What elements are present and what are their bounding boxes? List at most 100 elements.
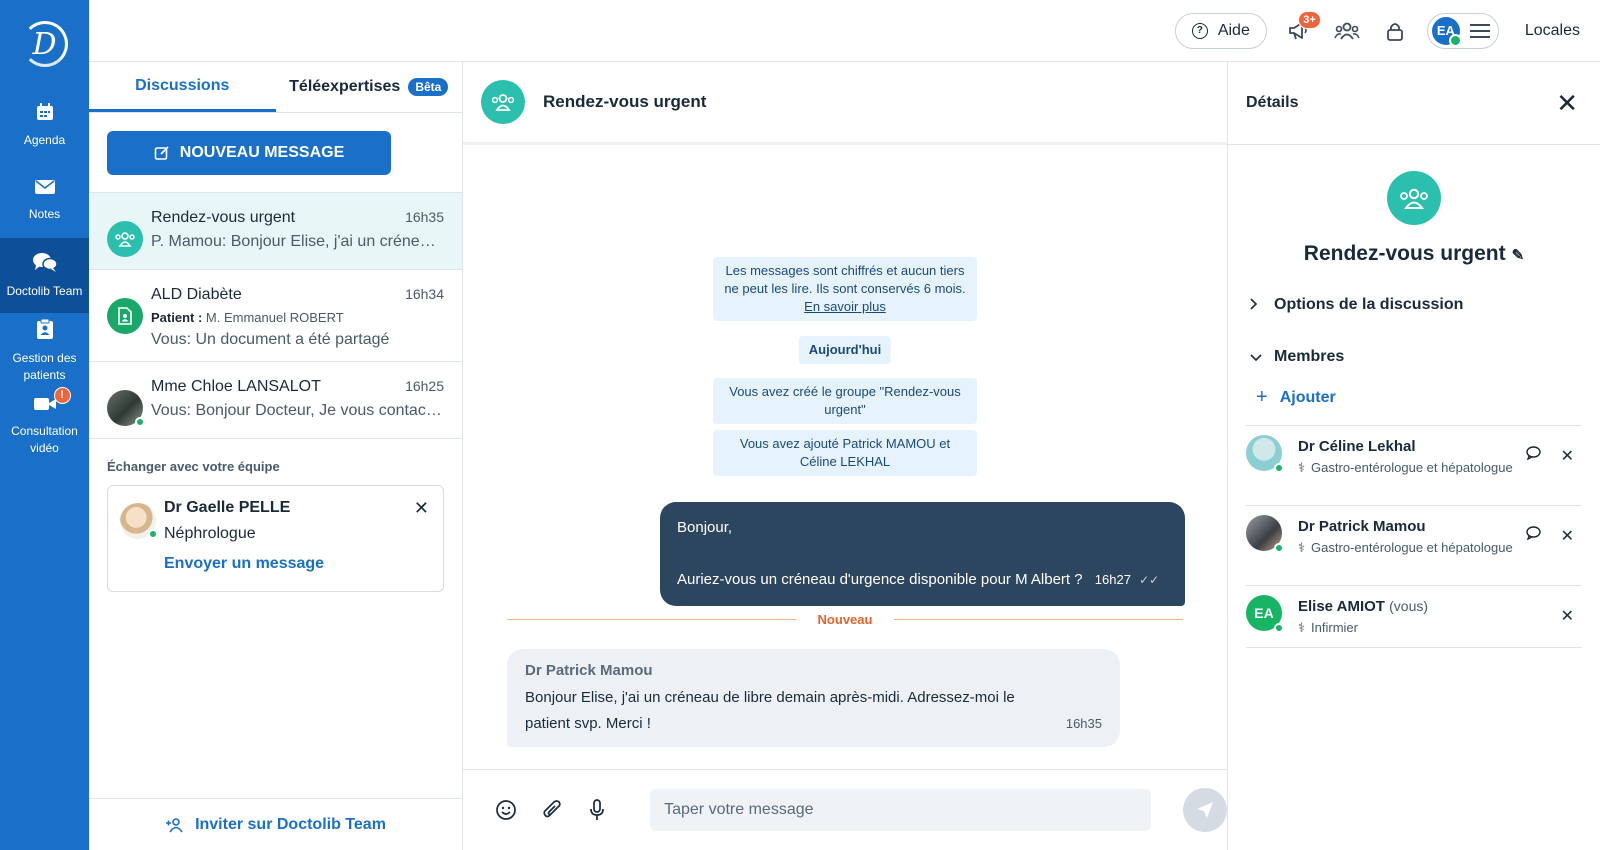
add-member-button[interactable]: + Ajouter	[1228, 386, 1600, 409]
nav-agenda[interactable]: Agenda	[0, 88, 89, 163]
message-line: Bonjour,	[677, 519, 733, 536]
avatar	[120, 503, 158, 539]
discussion-options-toggle[interactable]: Options de la discussion	[1228, 296, 1600, 314]
conversation-preview: P. Mamou: Bonjour Elise, j'ai un créneau…	[151, 233, 444, 250]
help-label: Aide	[1217, 21, 1250, 39]
conversation-name: Rendez-vous urgent	[151, 209, 296, 226]
microphone-icon[interactable]	[582, 795, 612, 825]
invite-button[interactable]: Inviter sur Doctolib Team	[89, 798, 462, 850]
conversation-item[interactable]: ALD Diabète 16h34 Patient : M. Emmanuel …	[89, 270, 462, 362]
member-role: Gastro-entérologue et hépatologue	[1311, 460, 1513, 475]
chat-title: Rendez-vous urgent	[543, 92, 707, 111]
discussions-tabs: Discussions Téléexpertises Bêta	[89, 62, 462, 113]
options-label: Options de la discussion	[1274, 296, 1464, 313]
nav-doctolib-team[interactable]: Doctolib Team	[0, 238, 89, 313]
new-message-button[interactable]: NOUVEAU MESSAGE	[107, 130, 391, 175]
colleague-specialty: Néphrologue	[164, 525, 256, 542]
announcements-badge: 3+	[1298, 10, 1321, 29]
team-section: Échanger avec votre équipe Dr Gaelle PEL…	[89, 439, 462, 592]
conversation-name: ALD Diabète	[151, 286, 242, 303]
remove-member-icon[interactable]: ✕	[1561, 446, 1574, 466]
video-icon: !	[33, 386, 71, 417]
logo-mark: D	[21, 21, 68, 67]
member-name: Elise AMIOT	[1298, 598, 1385, 615]
you-label: (vous)	[1389, 598, 1429, 614]
new-messages-separator: Nouveau	[507, 612, 1183, 627]
details-panel: Détails ✕ Rendez-vous urgent ✎ Options de…	[1228, 62, 1600, 850]
main-sidebar: D Agenda Notes Doctolib Team Gestion des…	[0, 0, 89, 850]
team-section-title: Échanger avec votre équipe	[107, 459, 280, 474]
system-message: Vous avez créé le groupe "Rendez-vous ur…	[713, 378, 977, 424]
locales-link[interactable]: Locales	[1525, 22, 1580, 40]
online-indicator	[1274, 623, 1284, 633]
nav-label: Notes	[28, 207, 61, 221]
group-icon	[107, 221, 143, 257]
conversation-time: 16h34	[405, 286, 444, 302]
send-icon[interactable]	[1183, 788, 1227, 832]
lock-icon[interactable]	[1379, 15, 1411, 47]
date-separator: Aujourd'hui	[798, 336, 892, 364]
close-icon[interactable]: ✕	[414, 498, 429, 519]
nav-label: Consultation vidéo	[11, 423, 78, 455]
group-icon	[1387, 171, 1441, 225]
conversation-item[interactable]: Rendez-vous urgent 16h35 P. Mamou: Bonjo…	[89, 193, 462, 270]
tab-teleexpertises[interactable]: Téléexpertises Bêta	[276, 62, 463, 112]
conversation-time: 16h35	[405, 209, 444, 225]
group-name-text: Rendez-vous urgent	[1303, 242, 1506, 265]
send-message-link[interactable]: Envoyer un message	[164, 555, 429, 573]
learn-more-link[interactable]: En savoir plus	[804, 299, 886, 314]
stethoscope-icon: ⚕	[1298, 620, 1306, 635]
group-name: Rendez-vous urgent ✎	[1228, 242, 1600, 266]
top-bar: ? Aide 3+ EA Locales	[89, 0, 1600, 62]
avatar: EA	[1431, 16, 1462, 47]
chevron-down-icon	[1250, 349, 1262, 365]
edit-icon	[154, 145, 169, 160]
question-icon: ?	[1191, 22, 1208, 39]
online-indicator	[135, 417, 145, 427]
member-row[interactable]: Dr Céline Lekhal ⚕ Gastro-entérologue et …	[1246, 426, 1582, 506]
member-row[interactable]: Dr Patrick Mamou ⚕ Gastro-entérologue et …	[1246, 506, 1582, 586]
plus-icon: +	[1256, 386, 1268, 408]
system-message: Vous avez ajouté Patrick MAMOU et Céline…	[713, 430, 977, 476]
remove-member-icon[interactable]: ✕	[1561, 526, 1574, 546]
message-input[interactable]	[650, 789, 1152, 831]
beta-badge: Bêta	[408, 78, 449, 96]
remove-member-icon[interactable]: ✕	[1561, 606, 1574, 626]
message-time: 16h27	[1094, 572, 1131, 587]
megaphone-icon[interactable]: 3+	[1283, 10, 1321, 47]
chat-bubbles-icon	[32, 251, 58, 277]
chevron-right-icon	[1250, 297, 1260, 313]
tab-label: Discussions	[135, 76, 230, 94]
account-menu[interactable]: EA	[1426, 12, 1499, 49]
message-icon[interactable]	[1525, 446, 1541, 466]
nav-notes[interactable]: Notes	[0, 163, 89, 238]
help-button[interactable]: ? Aide	[1174, 12, 1267, 49]
member-row[interactable]: EA Elise AMIOT (vous) ⚕ Infirmier ✕	[1246, 586, 1582, 648]
read-receipt-icon: ✓✓	[1139, 573, 1160, 587]
emoji-icon[interactable]	[491, 795, 521, 825]
clipboard-icon	[36, 318, 54, 344]
pencil-icon[interactable]: ✎	[1512, 247, 1525, 264]
members-toggle[interactable]: Membres	[1228, 348, 1600, 366]
avatar	[107, 390, 145, 427]
chat-panel: Rendez-vous urgent Les messages sont chi…	[463, 62, 1228, 850]
doctolib-logo[interactable]: D	[0, 0, 89, 88]
new-message-area: NOUVEAU MESSAGE	[89, 113, 462, 193]
tab-discussions[interactable]: Discussions	[89, 62, 276, 112]
message-icon[interactable]	[1525, 526, 1541, 546]
menu-icon	[1469, 23, 1490, 38]
patient-name: M. Emmanuel ROBERT	[205, 310, 344, 325]
members-label: Membres	[1274, 348, 1345, 365]
conversation-patient: Patient : M. Emmanuel ROBERT	[151, 310, 444, 325]
team-icon[interactable]	[1331, 15, 1363, 47]
add-label: Ajouter	[1279, 388, 1336, 406]
member-role: Infirmier	[1311, 620, 1358, 635]
nav-video-consultation[interactable]: ! Consultation vidéo	[0, 386, 89, 463]
incoming-message: Dr Patrick Mamou Bonjour Elise, j'ai un …	[507, 649, 1120, 747]
team-suggestion-card: Dr Gaelle PELLE Néphrologue Envoyer un m…	[107, 485, 444, 592]
nav-patient-management[interactable]: Gestion des patients	[0, 313, 89, 388]
conversation-item[interactable]: Mme Chloe LANSALOT 16h25 Vous: Bonjour D…	[89, 362, 462, 439]
conversation-preview: Vous: Bonjour Docteur, Je vous contacte …	[151, 402, 444, 419]
close-icon[interactable]: ✕	[1556, 90, 1578, 116]
attachment-icon[interactable]	[537, 795, 567, 825]
